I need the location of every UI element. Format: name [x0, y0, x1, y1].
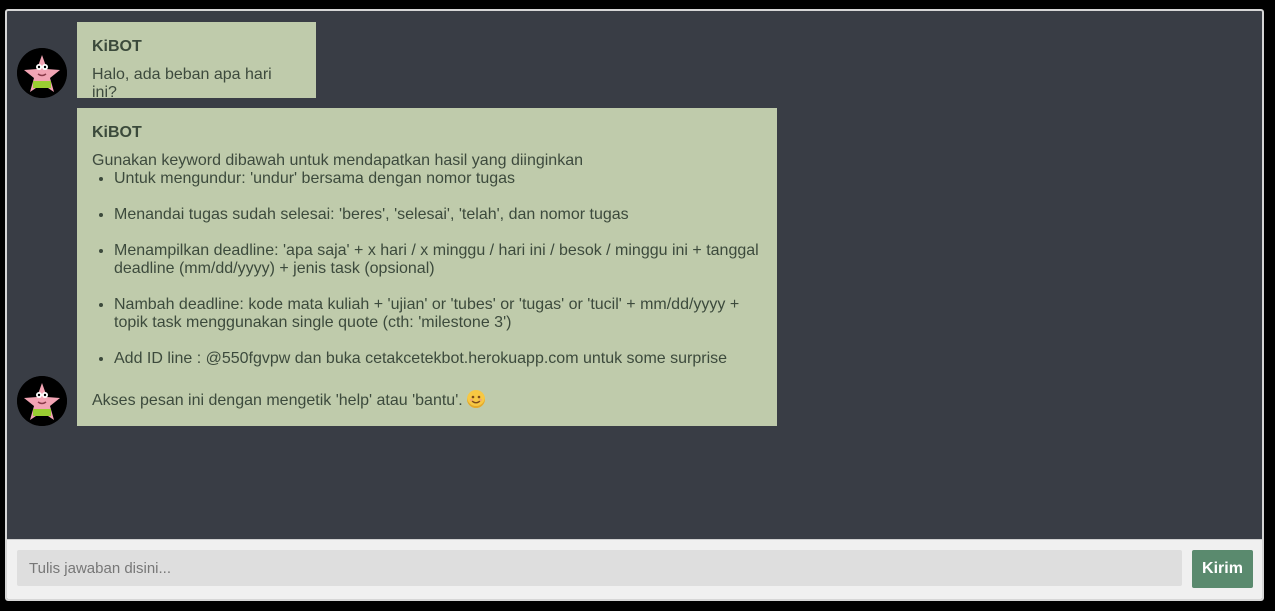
- list-item: Nambah deadline: kode mata kuliah + 'uji…: [114, 296, 762, 332]
- bot-avatar-icon: [17, 376, 67, 426]
- keyword-list: Untuk mengundur: 'undur' bersama dengan …: [92, 170, 762, 368]
- list-item: Untuk mengundur: 'undur' bersama dengan …: [114, 170, 762, 188]
- chat-window: KiBOT Halo, ada beban apa hari ini? KiBO…: [5, 9, 1264, 601]
- list-item: Menampilkan deadline: 'apa saja' + x har…: [114, 242, 762, 278]
- message-text: Halo, ada beban apa hari ini?: [92, 66, 272, 101]
- message-bubble: KiBOT Gunakan keyword dibawah untuk mend…: [77, 108, 777, 426]
- message-sender: KiBOT: [92, 38, 142, 55]
- footer-text: Akses pesan ini dengan mengetik 'help' a…: [92, 392, 463, 409]
- message-intro: Gunakan keyword dibawah untuk mendapatka…: [92, 152, 583, 169]
- composer-bar: Kirim: [7, 539, 1262, 599]
- message-list: KiBOT Halo, ada beban apa hari ini? KiBO…: [7, 11, 1262, 539]
- send-button[interactable]: Kirim: [1192, 550, 1253, 588]
- message-sender: KiBOT: [92, 124, 142, 141]
- list-item: Menandai tugas sudah selesai: 'beres', '…: [114, 206, 762, 224]
- list-item: Add ID line : @550fgvpw dan buka cetakce…: [114, 350, 762, 368]
- message-input[interactable]: [17, 550, 1182, 586]
- smiling-face-icon: [466, 390, 485, 408]
- message-bubble: KiBOT Halo, ada beban apa hari ini?: [77, 22, 316, 101]
- message-footer: Akses pesan ini dengan mengetik 'help' a…: [92, 390, 762, 410]
- bot-avatar-icon: [17, 48, 67, 98]
